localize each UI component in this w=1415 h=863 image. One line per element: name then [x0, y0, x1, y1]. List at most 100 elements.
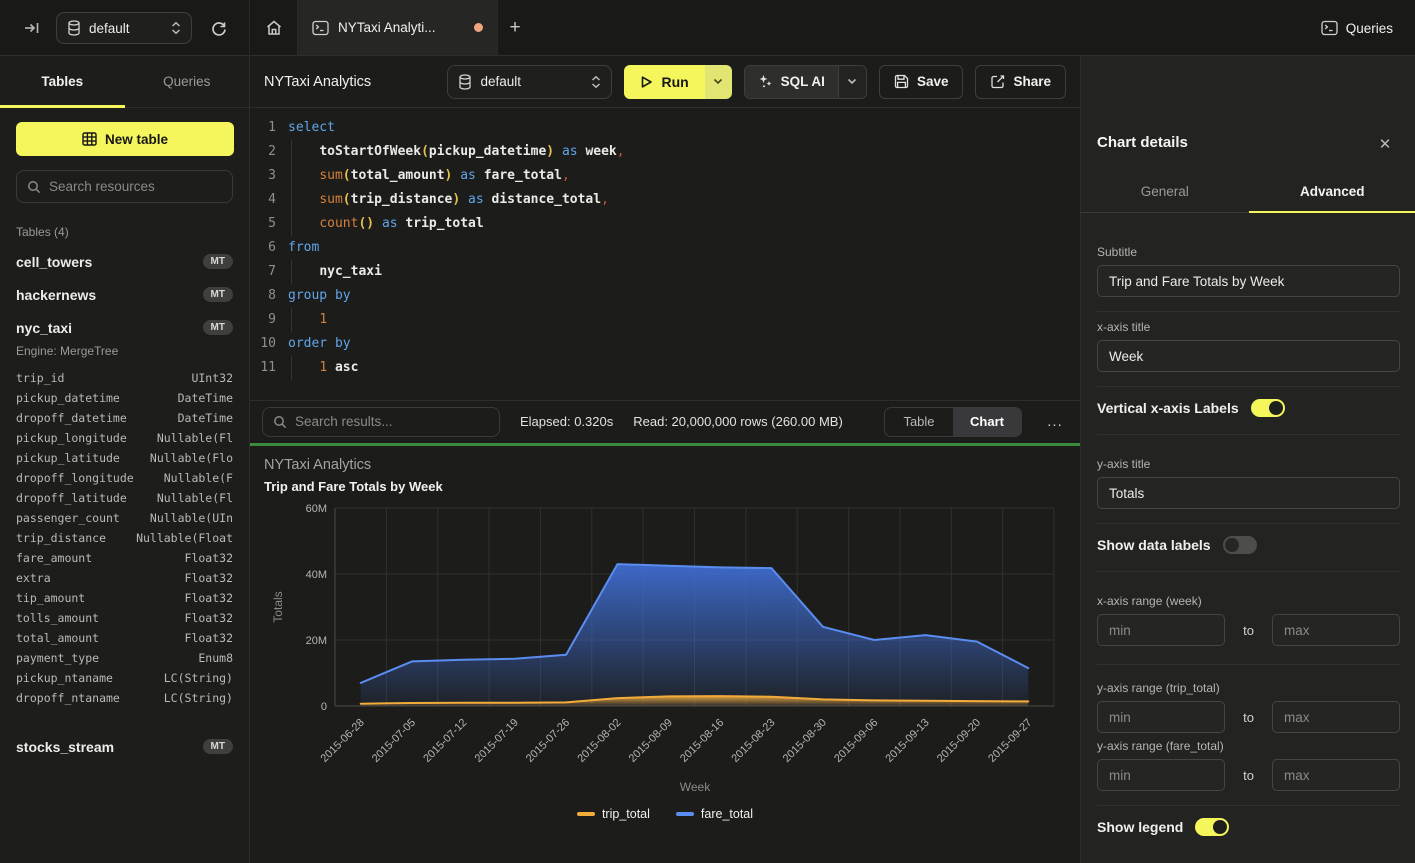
- column-row[interactable]: dropoff_datetimeDateTime: [0, 408, 249, 428]
- column-row[interactable]: dropoff_latitudeNullable(Fl: [0, 488, 249, 508]
- yaxis-title-input[interactable]: [1097, 477, 1400, 509]
- code-line[interactable]: 4 sum(trip_distance) as distance_total,: [250, 188, 1080, 212]
- data-labels-label: Show data labels: [1097, 537, 1211, 553]
- divider: [1097, 571, 1400, 572]
- database-selector[interactable]: default: [56, 12, 192, 44]
- vertical-labels-toggle[interactable]: [1251, 399, 1285, 417]
- column-row[interactable]: passenger_countNullable(UIn: [0, 508, 249, 528]
- sidebar-search: [16, 170, 233, 203]
- column-row[interactable]: fare_amountFloat32: [0, 548, 249, 568]
- database-selector-value: default: [89, 21, 163, 36]
- column-row[interactable]: pickup_longitudeNullable(Fl: [0, 428, 249, 448]
- indent-guide: [291, 188, 292, 212]
- code-line[interactable]: 5 count() as trip_total: [250, 212, 1080, 236]
- code-line[interactable]: 2 toStartOfWeek(pickup_datetime) as week…: [250, 140, 1080, 164]
- run-button-main[interactable]: Run: [624, 65, 704, 99]
- show-legend-row: Show legend: [1097, 818, 1400, 836]
- column-type: Enum8: [198, 648, 233, 668]
- plus-icon: +: [509, 17, 520, 39]
- column-row[interactable]: dropoff_ntanameLC(String): [0, 688, 249, 708]
- code-line[interactable]: 6from: [250, 236, 1080, 260]
- column-row[interactable]: pickup_latitudeNullable(Flo: [0, 448, 249, 468]
- new-table-button[interactable]: New table: [16, 122, 234, 156]
- queries-button[interactable]: Queries: [1321, 13, 1393, 43]
- code-line[interactable]: 9 1: [250, 308, 1080, 332]
- column-row[interactable]: tip_amountFloat32: [0, 588, 249, 608]
- view-tab-chart[interactable]: Chart: [953, 408, 1021, 436]
- tab-nytaxi-analytics[interactable]: NYTaxi Analyti...: [298, 0, 498, 55]
- legend-item-trip_total[interactable]: trip_total: [577, 807, 650, 821]
- column-row[interactable]: pickup_datetimeDateTime: [0, 388, 249, 408]
- xaxis-title-input[interactable]: [1097, 340, 1400, 372]
- code-line[interactable]: 7 nyc_taxi: [250, 260, 1080, 284]
- column-row[interactable]: trip_distanceNullable(Float: [0, 528, 249, 548]
- sidebar-tab-queries[interactable]: Queries: [125, 56, 250, 107]
- code-line[interactable]: 11 1 asc: [250, 356, 1080, 380]
- chart-legend: trip_total fare_total: [250, 807, 1080, 821]
- new-tab-button[interactable]: +: [500, 13, 530, 43]
- column-row[interactable]: dropoff_longitudeNullable(F: [0, 468, 249, 488]
- area-chart[interactable]: 020M40M60M2015-06-282015-07-052015-07-12…: [250, 447, 1080, 799]
- column-row[interactable]: extraFloat32: [0, 568, 249, 588]
- data-labels-toggle[interactable]: [1223, 536, 1257, 554]
- save-icon: [894, 74, 909, 89]
- sql-ai-button[interactable]: SQL AI: [744, 65, 867, 99]
- yrange-trip-min-input[interactable]: [1097, 701, 1225, 733]
- query-database-selector[interactable]: default: [447, 65, 612, 99]
- column-row[interactable]: total_amountFloat32: [0, 628, 249, 648]
- column-type: LC(String): [164, 688, 233, 708]
- sql-editor[interactable]: 1select2 toStartOfWeek(pickup_datetime) …: [250, 108, 1080, 400]
- sql-ai-dropdown[interactable]: [838, 66, 866, 98]
- column-name: pickup_longitude: [16, 428, 127, 448]
- home-button[interactable]: [250, 0, 298, 55]
- results-search-input[interactable]: [295, 414, 489, 429]
- engine-badge: MT: [203, 254, 233, 269]
- sidebar-tab-tables[interactable]: Tables: [0, 56, 125, 107]
- refresh-button[interactable]: [204, 13, 234, 43]
- run-button[interactable]: Run: [624, 65, 731, 99]
- code-line[interactable]: 1select: [250, 116, 1080, 140]
- code-line[interactable]: 3 sum(total_amount) as fare_total,: [250, 164, 1080, 188]
- table-row-nyc-taxi[interactable]: nyc_taxi MT: [0, 311, 249, 344]
- yrange-fare-max-input[interactable]: [1272, 759, 1400, 791]
- search-icon: [27, 180, 41, 194]
- sql-ai-button-main[interactable]: SQL AI: [745, 66, 838, 98]
- save-button[interactable]: Save: [879, 65, 964, 99]
- svg-text:2015-09-13: 2015-09-13: [883, 717, 931, 765]
- indent-guide: [291, 140, 292, 164]
- more-options-button[interactable]: ...: [1042, 409, 1068, 435]
- share-button[interactable]: Share: [975, 65, 1066, 99]
- sidebar-search-input[interactable]: [49, 179, 222, 194]
- code-text: count() as trip_total: [288, 212, 484, 236]
- legend-item-fare_total[interactable]: fare_total: [676, 807, 753, 821]
- table-row-cell-towers[interactable]: cell_towers MT: [0, 245, 249, 278]
- run-options-dropdown[interactable]: [705, 65, 732, 99]
- app-window: default NYTaxi Analyti...: [0, 0, 1415, 863]
- yrange-fare-min-input[interactable]: [1097, 759, 1225, 791]
- line-number: 10: [250, 332, 276, 356]
- panel-tab-general[interactable]: General: [1081, 171, 1249, 212]
- close-panel-button[interactable]: ✕: [1373, 132, 1397, 156]
- yrange-trip-max-input[interactable]: [1272, 701, 1400, 733]
- column-type: Nullable(Flo: [150, 448, 233, 468]
- yrange-trip-label: y-axis range (trip_total): [1097, 681, 1400, 695]
- code-line[interactable]: 10order by: [250, 332, 1080, 356]
- view-tab-table[interactable]: Table: [885, 408, 953, 436]
- column-row[interactable]: trip_idUInt32: [0, 368, 249, 388]
- panel-tab-advanced[interactable]: Advanced: [1249, 171, 1415, 212]
- code-line[interactable]: 8group by: [250, 284, 1080, 308]
- column-row[interactable]: pickup_ntanameLC(String): [0, 668, 249, 688]
- xrange-min-input[interactable]: [1097, 614, 1225, 646]
- collapse-sidebar-button[interactable]: [18, 14, 46, 42]
- table-row-stocks-stream[interactable]: stocks_stream MT: [0, 730, 249, 763]
- show-legend-toggle[interactable]: [1195, 818, 1229, 836]
- home-icon: [265, 19, 283, 37]
- top-bar-left: default: [0, 0, 250, 56]
- table-row-hackernews[interactable]: hackernews MT: [0, 278, 249, 311]
- subtitle-input[interactable]: [1097, 265, 1400, 297]
- column-row[interactable]: tolls_amountFloat32: [0, 608, 249, 628]
- column-row[interactable]: payment_typeEnum8: [0, 648, 249, 668]
- xrange-max-input[interactable]: [1272, 614, 1400, 646]
- table-grid-icon: [82, 132, 97, 146]
- column-name: pickup_datetime: [16, 388, 120, 408]
